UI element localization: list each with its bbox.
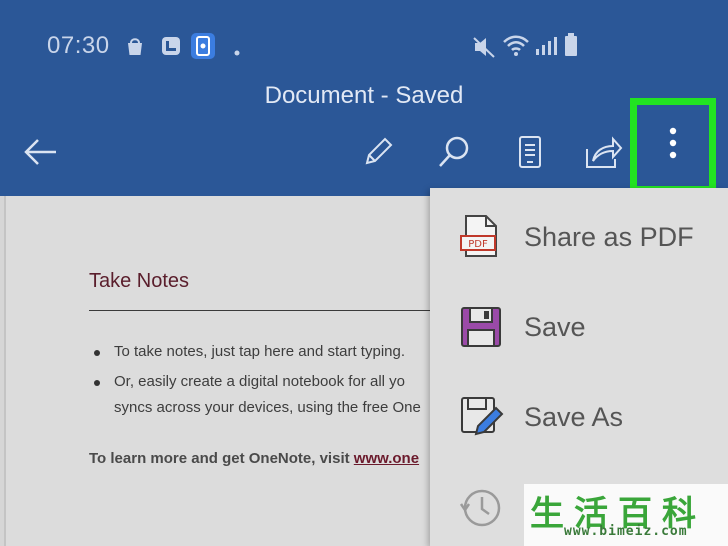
status-time: 07:30 (47, 32, 110, 59)
wifi-icon (502, 33, 530, 62)
search-icon (436, 134, 472, 175)
gallery-icon (160, 35, 182, 62)
battery-icon (564, 33, 578, 62)
document-heading: Take Notes (89, 270, 190, 292)
search-button[interactable] (434, 134, 474, 174)
share-icon (585, 135, 623, 174)
menu-item-save-as[interactable]: Save As (430, 376, 728, 456)
menu-item-share-as-pdf[interactable]: PDF Share as PDF (430, 196, 728, 276)
bullet-icon (94, 380, 100, 386)
document-title: Document - Saved (264, 82, 464, 109)
signal-icon (534, 35, 558, 62)
shopping-bag-icon (124, 35, 146, 62)
onenote-info-text: To learn more and get OneNote, visit www… (89, 450, 419, 467)
svg-text:PDF: PDF (468, 239, 488, 250)
menu-item-label: Save (524, 312, 586, 342)
heading-divider (89, 310, 469, 311)
menu-item-label: Share as PDF (524, 222, 694, 252)
share-button[interactable] (584, 134, 624, 174)
reading-view-button[interactable] (510, 134, 550, 174)
back-button[interactable] (20, 134, 60, 174)
onenote-link[interactable]: www.one (354, 450, 419, 467)
reading-view-icon (517, 135, 543, 174)
app-notification-icon (190, 32, 216, 65)
onenote-info-label: To learn more and get OneNote, visit (89, 450, 354, 467)
pdf-icon: PDF (458, 214, 504, 260)
more-options-icon (668, 126, 678, 165)
back-arrow-icon (22, 138, 58, 171)
watermark-url: www.bimeiz.com (564, 524, 688, 539)
menu-item-save[interactable]: Save (430, 286, 728, 366)
dot-icon (234, 43, 240, 61)
bullet-text: Or, easily create a digital notebook for… (114, 373, 405, 390)
more-options-button[interactable] (630, 98, 716, 193)
watermark: 生活百科 www.bimeiz.com (524, 484, 728, 546)
save-icon (458, 304, 504, 350)
bullet-icon (94, 350, 100, 356)
edit-button[interactable] (358, 134, 398, 174)
mute-icon (472, 35, 496, 64)
app-header: 07:30 Document - Saved (0, 0, 728, 196)
bullet-text: To take notes, just tap here and start t… (114, 343, 406, 360)
status-bar: 07:30 (0, 0, 728, 90)
history-icon (458, 484, 504, 530)
menu-item-label: Save As (524, 402, 624, 432)
bullet-text-continued: syncs across your devices, using the fre… (114, 399, 421, 416)
pencil-icon (361, 135, 395, 174)
save-as-icon (458, 394, 504, 440)
